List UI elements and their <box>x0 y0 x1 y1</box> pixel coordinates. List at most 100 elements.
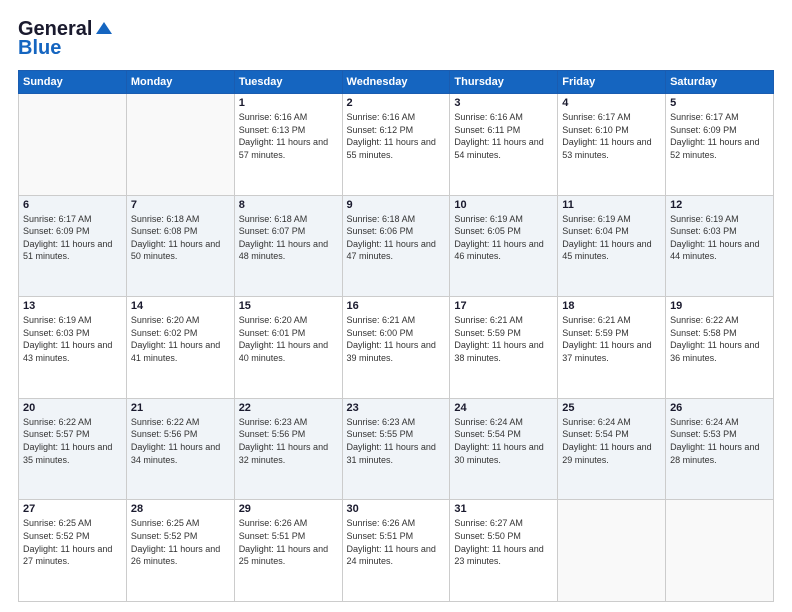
day-number: 10 <box>454 199 553 211</box>
day-number: 15 <box>239 300 338 312</box>
calendar-cell: 19 Sunrise: 6:22 AMSunset: 5:58 PMDayligh… <box>666 297 774 399</box>
day-info: Sunrise: 6:17 AMSunset: 6:09 PMDaylight:… <box>23 213 122 263</box>
day-number: 30 <box>347 503 446 515</box>
day-number: 16 <box>347 300 446 312</box>
day-info: Sunrise: 6:23 AMSunset: 5:56 PMDaylight:… <box>239 416 338 466</box>
logo-blue: Blue <box>18 37 61 60</box>
day-info: Sunrise: 6:26 AMSunset: 5:51 PMDaylight:… <box>347 517 446 567</box>
calendar-cell: 9 Sunrise: 6:18 AMSunset: 6:06 PMDaylight… <box>342 195 450 297</box>
weekday-header: Sunday <box>19 71 127 94</box>
day-info: Sunrise: 6:26 AMSunset: 5:51 PMDaylight:… <box>239 517 338 567</box>
day-info: Sunrise: 6:17 AMSunset: 6:10 PMDaylight:… <box>562 111 661 161</box>
calendar-cell: 20 Sunrise: 6:22 AMSunset: 5:57 PMDayligh… <box>19 398 127 500</box>
day-info: Sunrise: 6:18 AMSunset: 6:06 PMDaylight:… <box>347 213 446 263</box>
calendar-cell: 28 Sunrise: 6:25 AMSunset: 5:52 PMDayligh… <box>126 500 234 602</box>
day-number: 12 <box>670 199 769 211</box>
day-number: 2 <box>347 97 446 109</box>
calendar: SundayMondayTuesdayWednesdayThursdayFrid… <box>18 70 774 602</box>
calendar-cell: 27 Sunrise: 6:25 AMSunset: 5:52 PMDayligh… <box>19 500 127 602</box>
calendar-week-row: 20 Sunrise: 6:22 AMSunset: 5:57 PMDayligh… <box>19 398 774 500</box>
day-number: 3 <box>454 97 553 109</box>
day-number: 9 <box>347 199 446 211</box>
day-info: Sunrise: 6:22 AMSunset: 5:58 PMDaylight:… <box>670 314 769 364</box>
day-number: 19 <box>670 300 769 312</box>
page: General Blue SundayMondayTuesdayWednesda… <box>0 0 792 612</box>
calendar-cell: 23 Sunrise: 6:23 AMSunset: 5:55 PMDayligh… <box>342 398 450 500</box>
calendar-cell: 26 Sunrise: 6:24 AMSunset: 5:53 PMDayligh… <box>666 398 774 500</box>
calendar-week-row: 13 Sunrise: 6:19 AMSunset: 6:03 PMDayligh… <box>19 297 774 399</box>
day-info: Sunrise: 6:19 AMSunset: 6:05 PMDaylight:… <box>454 213 553 263</box>
calendar-cell <box>558 500 666 602</box>
calendar-cell: 5Sunrise: 6:17 AMSunset: 6:09 PMDaylight… <box>666 94 774 196</box>
calendar-cell: 1 Sunrise: 6:16 AMSunset: 6:13 PMDaylight… <box>234 94 342 196</box>
weekday-header: Friday <box>558 71 666 94</box>
day-info: Sunrise: 6:18 AMSunset: 6:07 PMDaylight:… <box>239 213 338 263</box>
day-info: Sunrise: 6:21 AMSunset: 5:59 PMDaylight:… <box>562 314 661 364</box>
day-info: Sunrise: 6:21 AMSunset: 5:59 PMDaylight:… <box>454 314 553 364</box>
day-number: 29 <box>239 503 338 515</box>
day-number: 25 <box>562 402 661 414</box>
day-info: Sunrise: 6:25 AMSunset: 5:52 PMDaylight:… <box>131 517 230 567</box>
calendar-cell: 6 Sunrise: 6:17 AMSunset: 6:09 PMDaylight… <box>19 195 127 297</box>
calendar-cell: 11Sunrise: 6:19 AMSunset: 6:04 PMDayligh… <box>558 195 666 297</box>
day-info: Sunrise: 6:16 AMSunset: 6:11 PMDaylight:… <box>454 111 553 161</box>
logo: General Blue <box>18 18 114 60</box>
day-info: Sunrise: 6:20 AMSunset: 6:02 PMDaylight:… <box>131 314 230 364</box>
calendar-week-row: 6 Sunrise: 6:17 AMSunset: 6:09 PMDaylight… <box>19 195 774 297</box>
day-number: 17 <box>454 300 553 312</box>
calendar-cell: 4 Sunrise: 6:17 AMSunset: 6:10 PMDaylight… <box>558 94 666 196</box>
day-number: 14 <box>131 300 230 312</box>
calendar-cell <box>126 94 234 196</box>
day-info: Sunrise: 6:24 AMSunset: 5:53 PMDaylight:… <box>670 416 769 466</box>
day-number: 7 <box>131 199 230 211</box>
day-number: 20 <box>23 402 122 414</box>
day-info: Sunrise: 6:22 AMSunset: 5:56 PMDaylight:… <box>131 416 230 466</box>
calendar-cell: 7 Sunrise: 6:18 AMSunset: 6:08 PMDaylight… <box>126 195 234 297</box>
day-info: Sunrise: 6:18 AMSunset: 6:08 PMDaylight:… <box>131 213 230 263</box>
day-info: Sunrise: 6:16 AMSunset: 6:13 PMDaylight:… <box>239 111 338 161</box>
day-number: 24 <box>454 402 553 414</box>
day-number: 27 <box>23 503 122 515</box>
calendar-header-row: SundayMondayTuesdayWednesdayThursdayFrid… <box>19 71 774 94</box>
calendar-body: 1 Sunrise: 6:16 AMSunset: 6:13 PMDaylight… <box>19 94 774 602</box>
calendar-cell: 16 Sunrise: 6:21 AMSunset: 6:00 PMDayligh… <box>342 297 450 399</box>
day-number: 22 <box>239 402 338 414</box>
day-info: Sunrise: 6:21 AMSunset: 6:00 PMDaylight:… <box>347 314 446 364</box>
calendar-cell: 17 Sunrise: 6:21 AMSunset: 5:59 PMDayligh… <box>450 297 558 399</box>
day-number: 28 <box>131 503 230 515</box>
day-info: Sunrise: 6:24 AMSunset: 5:54 PMDaylight:… <box>562 416 661 466</box>
weekday-header: Monday <box>126 71 234 94</box>
day-number: 21 <box>131 402 230 414</box>
day-info: Sunrise: 6:27 AMSunset: 5:50 PMDaylight:… <box>454 517 553 567</box>
calendar-cell: 18Sunrise: 6:21 AMSunset: 5:59 PMDayligh… <box>558 297 666 399</box>
calendar-cell <box>666 500 774 602</box>
calendar-cell: 14 Sunrise: 6:20 AMSunset: 6:02 PMDayligh… <box>126 297 234 399</box>
day-info: Sunrise: 6:16 AMSunset: 6:12 PMDaylight:… <box>347 111 446 161</box>
calendar-cell: 29 Sunrise: 6:26 AMSunset: 5:51 PMDayligh… <box>234 500 342 602</box>
day-info: Sunrise: 6:20 AMSunset: 6:01 PMDaylight:… <box>239 314 338 364</box>
day-info: Sunrise: 6:24 AMSunset: 5:54 PMDaylight:… <box>454 416 553 466</box>
day-number: 6 <box>23 199 122 211</box>
day-info: Sunrise: 6:19 AMSunset: 6:03 PMDaylight:… <box>23 314 122 364</box>
calendar-cell: 13 Sunrise: 6:19 AMSunset: 6:03 PMDayligh… <box>19 297 127 399</box>
weekday-header: Saturday <box>666 71 774 94</box>
calendar-cell: 12 Sunrise: 6:19 AMSunset: 6:03 PMDayligh… <box>666 195 774 297</box>
day-number: 1 <box>239 97 338 109</box>
calendar-cell: 8Sunrise: 6:18 AMSunset: 6:07 PMDaylight… <box>234 195 342 297</box>
day-number: 23 <box>347 402 446 414</box>
weekday-header: Thursday <box>450 71 558 94</box>
day-number: 13 <box>23 300 122 312</box>
day-info: Sunrise: 6:19 AMSunset: 6:04 PMDaylight:… <box>562 213 661 263</box>
calendar-cell: 21 Sunrise: 6:22 AMSunset: 5:56 PMDayligh… <box>126 398 234 500</box>
day-info: Sunrise: 6:25 AMSunset: 5:52 PMDaylight:… <box>23 517 122 567</box>
day-info: Sunrise: 6:22 AMSunset: 5:57 PMDaylight:… <box>23 416 122 466</box>
weekday-header: Tuesday <box>234 71 342 94</box>
header: General Blue <box>18 18 774 60</box>
calendar-cell: 22 Sunrise: 6:23 AMSunset: 5:56 PMDayligh… <box>234 398 342 500</box>
day-info: Sunrise: 6:23 AMSunset: 5:55 PMDaylight:… <box>347 416 446 466</box>
day-number: 26 <box>670 402 769 414</box>
day-number: 4 <box>562 97 661 109</box>
calendar-cell: 3 Sunrise: 6:16 AMSunset: 6:11 PMDaylight… <box>450 94 558 196</box>
calendar-cell: 25 Sunrise: 6:24 AMSunset: 5:54 PMDayligh… <box>558 398 666 500</box>
day-info: Sunrise: 6:19 AMSunset: 6:03 PMDaylight:… <box>670 213 769 263</box>
